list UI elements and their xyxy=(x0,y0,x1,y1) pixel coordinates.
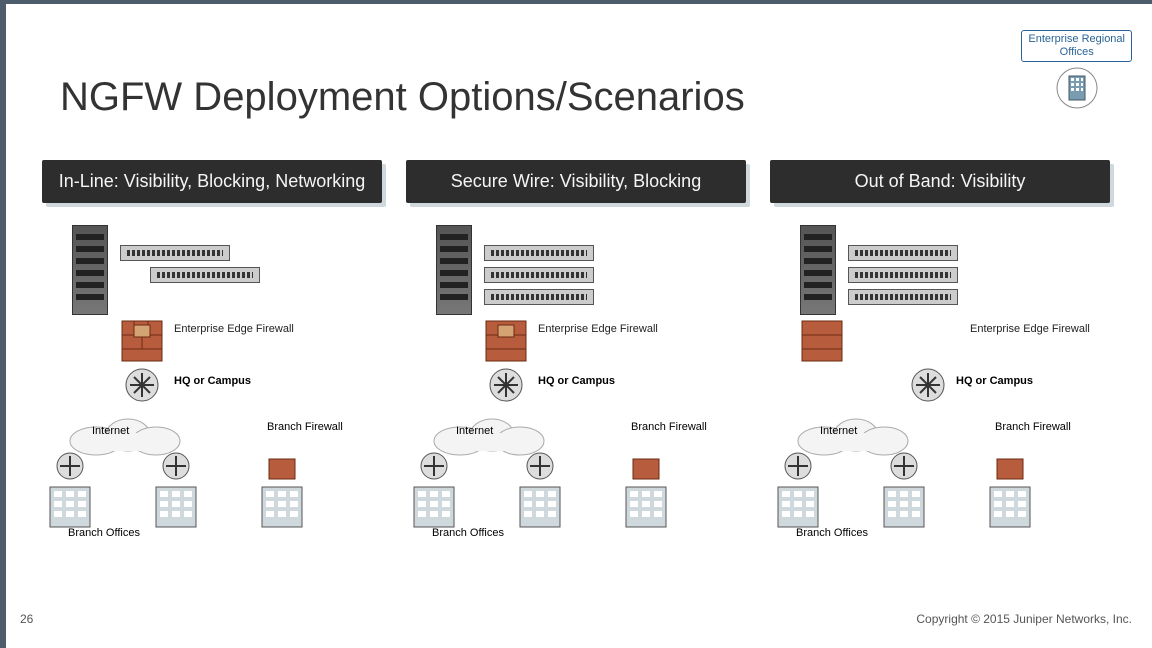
switch-icon xyxy=(848,289,958,305)
branch-building xyxy=(42,451,98,533)
badge-line1: Enterprise Regional xyxy=(1028,33,1125,45)
firewall-icon xyxy=(631,457,661,481)
branch-buildings xyxy=(42,451,310,533)
branch-firewall-label: Branch Firewall xyxy=(631,421,707,434)
branch-firewall-label: Branch Firewall xyxy=(267,421,343,434)
top-accent-bar xyxy=(0,0,1152,4)
internet-label: Internet xyxy=(820,425,857,437)
column-header-secure-wire: Secure Wire: Visibility, Blocking xyxy=(406,160,746,203)
diagram-out-of-band: Enterprise Edge Firewall HQ or Campus In… xyxy=(770,225,1110,565)
office-building-icon xyxy=(770,481,826,533)
office-building-icon xyxy=(876,481,932,533)
switch-stack xyxy=(848,245,958,305)
branch-building xyxy=(982,457,1038,533)
branch-building xyxy=(254,457,310,533)
branch-building xyxy=(148,451,204,533)
switch-icon xyxy=(848,267,958,283)
diagram-inline: Enterprise Edge Firewall HQ or Campus In… xyxy=(42,225,382,565)
router-icon xyxy=(488,367,524,403)
internet-label: Internet xyxy=(456,425,493,437)
branch-building xyxy=(770,451,826,533)
office-building-icon xyxy=(42,481,98,533)
firewall-icon xyxy=(120,319,164,363)
branch-building xyxy=(618,457,674,533)
office-building-icon xyxy=(982,481,1038,533)
diagram-secure-wire: Enterprise Edge Firewall HQ or Campus In… xyxy=(406,225,746,565)
column-out-of-band: Out of Band: Visibility Enterprise Edge … xyxy=(770,160,1110,565)
server-rack-icon xyxy=(800,225,836,315)
hq-or-campus-label: HQ or Campus xyxy=(538,375,615,387)
router-icon xyxy=(783,451,813,481)
enterprise-edge-firewall-label: Enterprise Edge Firewall xyxy=(174,323,294,336)
hq-or-campus-label: HQ or Campus xyxy=(174,375,251,387)
firewall-icon xyxy=(484,319,528,363)
office-building-icon xyxy=(406,481,462,533)
server-rack-icon xyxy=(72,225,108,315)
branch-buildings xyxy=(406,451,674,533)
office-building-icon xyxy=(618,481,674,533)
firewall-icon xyxy=(267,457,297,481)
column-secure-wire: Secure Wire: Visibility, Blocking Enterp… xyxy=(406,160,746,565)
branch-offices-label: Branch Offices xyxy=(796,527,868,540)
office-building-icon xyxy=(148,481,204,533)
enterprise-edge-firewall-label: Enterprise Edge Firewall xyxy=(538,323,658,336)
router-icon xyxy=(525,451,555,481)
badge-line2: Offices xyxy=(1060,46,1094,58)
badge-label: Enterprise Regional Offices xyxy=(1021,30,1132,62)
branch-building xyxy=(406,451,462,533)
branch-offices-label: Branch Offices xyxy=(432,527,504,540)
enterprise-edge-firewall-label: Enterprise Edge Firewall xyxy=(970,323,1090,336)
columns-container: In-Line: Visibility, Blocking, Networkin… xyxy=(0,160,1152,565)
office-building-icon xyxy=(254,481,310,533)
switch-icon xyxy=(484,267,594,283)
branch-building xyxy=(512,451,568,533)
column-header-inline: In-Line: Visibility, Blocking, Networkin… xyxy=(42,160,382,203)
branch-buildings xyxy=(770,451,1038,533)
router-icon xyxy=(124,367,160,403)
switch-icon xyxy=(848,245,958,261)
branch-firewall-label: Branch Firewall xyxy=(995,421,1071,434)
switch-stack xyxy=(120,245,260,283)
router-icon xyxy=(161,451,191,481)
copyright: Copyright © 2015 Juniper Networks, Inc. xyxy=(916,612,1132,626)
router-icon xyxy=(889,451,919,481)
column-header-out-of-band: Out of Band: Visibility xyxy=(770,160,1110,203)
hq-or-campus-label: HQ or Campus xyxy=(956,375,1033,387)
branch-offices-label: Branch Offices xyxy=(68,527,140,540)
branch-building xyxy=(876,451,932,533)
office-building-icon xyxy=(1055,66,1099,110)
server-rack-icon xyxy=(436,225,472,315)
firewall-icon xyxy=(995,457,1025,481)
column-inline: In-Line: Visibility, Blocking, Networkin… xyxy=(42,160,382,565)
switch-icon xyxy=(150,267,260,283)
slide-title: NGFW Deployment Options/Scenarios xyxy=(60,75,745,120)
router-icon xyxy=(55,451,85,481)
firewall-icon xyxy=(800,319,844,363)
router-icon xyxy=(910,367,946,403)
office-building-icon xyxy=(512,481,568,533)
enterprise-regional-badge: Enterprise Regional Offices xyxy=(1021,30,1132,110)
switch-icon xyxy=(484,245,594,261)
page-number: 26 xyxy=(20,612,33,626)
switch-stack xyxy=(484,245,594,305)
switch-icon xyxy=(120,245,230,261)
internet-label: Internet xyxy=(92,425,129,437)
switch-icon xyxy=(484,289,594,305)
router-icon xyxy=(419,451,449,481)
